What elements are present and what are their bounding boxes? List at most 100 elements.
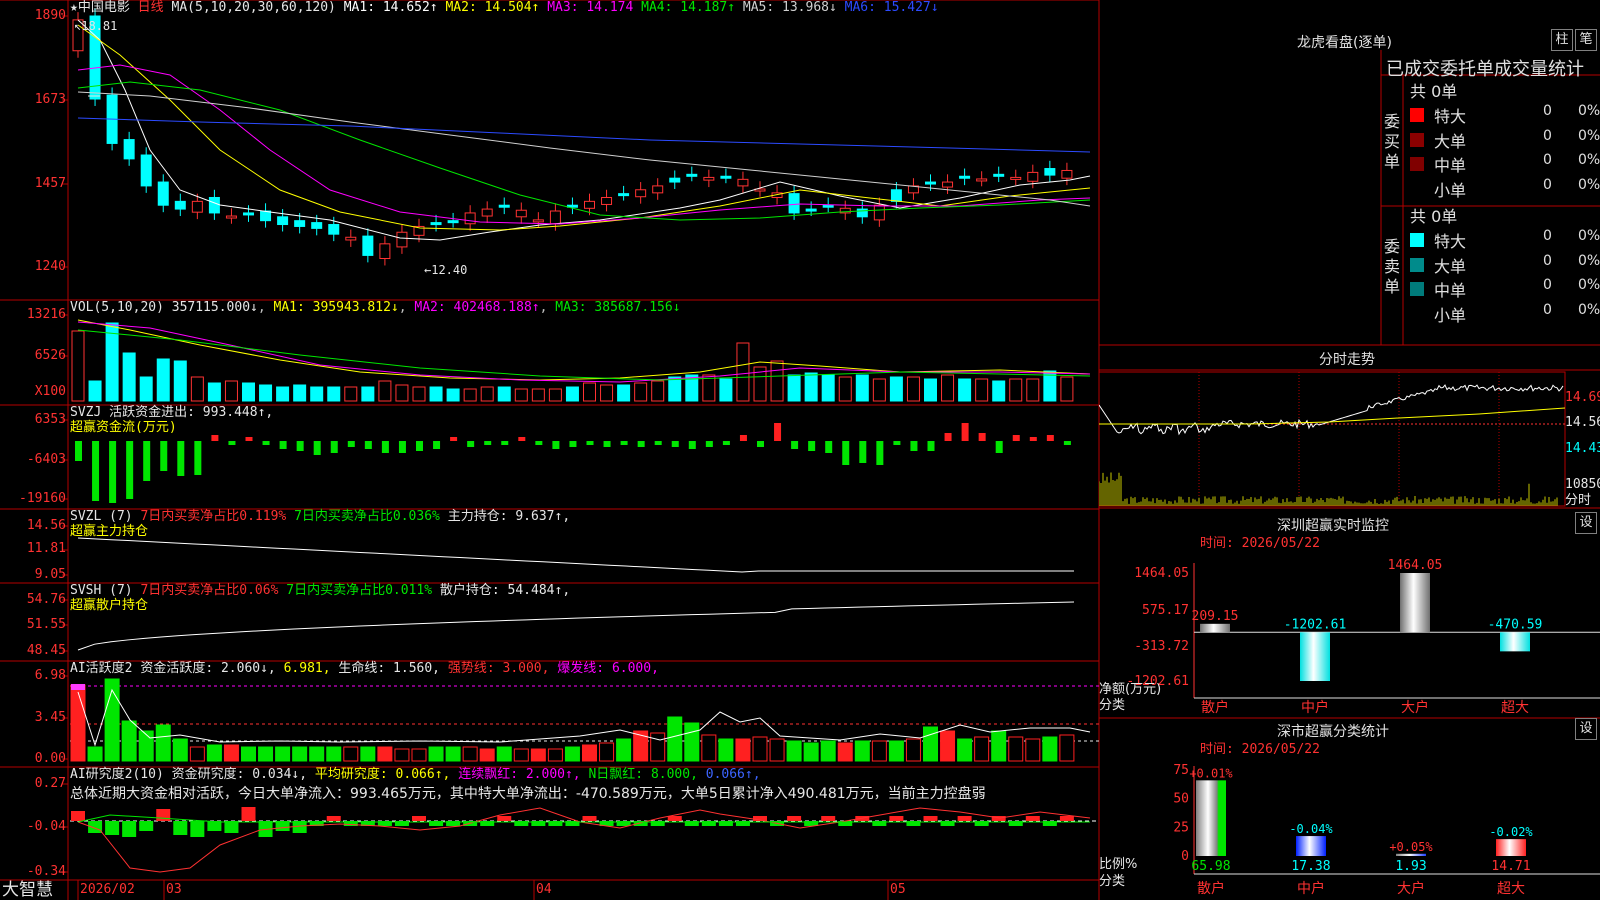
volume-bar-down [719, 378, 733, 402]
svsh-axis-2: 51.55 [26, 617, 66, 632]
research-bar [156, 809, 171, 821]
candle-up [1061, 169, 1073, 179]
sh-time: 时间: 2026/05/22 [1200, 742, 1320, 757]
svzl-axis-3: 9.05 [34, 567, 66, 582]
stock-name: 中国电影 [77, 0, 130, 15]
svsh-subtitle: 超赢散户持仓 [70, 598, 149, 613]
research-bar [787, 816, 802, 821]
ai-research-text5: 0.066↑, [705, 767, 761, 782]
candle-up [635, 189, 647, 198]
vol-ma1-line [77, 319, 1091, 381]
buy-side-label: 委 买 单 [1384, 112, 1404, 172]
activity-bar [547, 748, 563, 762]
volume-bar-up [1026, 378, 1040, 402]
candle-up [601, 196, 613, 205]
ma-value-4: MA4: 14.187↑ [633, 0, 736, 15]
volume-bar-up [872, 378, 886, 402]
flow-bar-out [177, 441, 185, 476]
volume-bar-down [804, 372, 818, 402]
flow-bar-out [262, 441, 270, 445]
volume-bar-up [941, 374, 955, 402]
order-count: 0 [1543, 301, 1552, 318]
sh-axis-label: 25 [1173, 820, 1189, 835]
sh-ylabel: 比例% [1099, 857, 1138, 872]
sh-category-label: 超大 [1497, 881, 1525, 897]
sh-xlabel: 分类 [1099, 874, 1126, 889]
sz-settings-button[interactable]: 设 [1575, 512, 1597, 534]
svsh-text3: 散户持仓: 54.484↑, [439, 583, 571, 598]
ai-research-axis-3: -0.34 [26, 864, 66, 879]
ai-research-text1: 资金研究度: 0.034↓, [171, 767, 308, 782]
vol-ma2: MA2: 402468.188↑ [414, 300, 540, 315]
activity-bar [564, 746, 580, 762]
research-bar [821, 816, 836, 821]
activity-bar [854, 740, 870, 762]
activity-bar [309, 746, 325, 762]
volume-bar-down [787, 374, 801, 402]
ai-research-label: AI研究度2(10) [70, 767, 164, 782]
sh-change-label: -0.04% [1289, 822, 1333, 836]
sz-bar [1200, 623, 1230, 633]
candle-down [498, 204, 510, 208]
activity-bar [479, 748, 495, 762]
period-label[interactable]: 日线 [138, 0, 164, 15]
main-chart-area[interactable] [0, 0, 1099, 900]
ma6-line [77, 117, 1091, 153]
sz-category-label: 散户 [1201, 699, 1229, 716]
price-axis-4: 1240 [34, 259, 66, 274]
candle-up [703, 176, 715, 181]
order-size-name: 特大 [1434, 107, 1467, 126]
research-bar [582, 816, 597, 821]
activity-bar [752, 736, 768, 762]
flow-bar-out [808, 441, 816, 451]
intraday-axis-high: 14.69 [1565, 390, 1600, 405]
color-swatch [1410, 132, 1424, 147]
color-swatch [1410, 181, 1424, 196]
svzl-text3: 主力持仓: 9.637↑, [447, 509, 571, 524]
activity-bar [87, 746, 103, 762]
color-swatch [1410, 282, 1424, 296]
flow-bar-out [330, 441, 338, 453]
ai-active-text3: 生命线: 1.560, [338, 661, 441, 676]
vol-ma3-line [77, 329, 1091, 381]
flow-bar-out [228, 441, 236, 445]
flow-bar-out [910, 441, 918, 451]
bar-mode-button[interactable]: 柱 [1551, 29, 1573, 51]
sz-axis-label: 575.17 [1142, 603, 1189, 618]
volume-bar-up [480, 386, 494, 402]
flow-bar-out [876, 441, 884, 465]
activity-bar [923, 726, 938, 762]
order-pct: 0% [1578, 277, 1600, 293]
flow-bar-out [637, 441, 645, 447]
favorite-star-icon[interactable]: ★ [70, 0, 78, 15]
candle-up [532, 219, 544, 223]
activity-bar [786, 740, 802, 762]
flow-bar-out [92, 441, 100, 501]
research-bar [207, 821, 222, 831]
activity-bar [172, 738, 188, 762]
activity-bar [991, 730, 1007, 762]
volume-bar-up [600, 384, 614, 402]
activity-bar [905, 738, 921, 762]
volume-bar-down [446, 388, 460, 402]
sh-change-label: -0.02% [1489, 825, 1533, 839]
volume-bar-down [565, 386, 579, 402]
flow-bar-out [842, 441, 850, 465]
ai-research-axis-1: 0.27 [34, 776, 66, 791]
activity-bar [241, 746, 256, 762]
activity-bar [155, 724, 171, 762]
order-size-name: 中单 [1434, 156, 1467, 175]
volume-bar-down [497, 386, 511, 402]
volume-bar-up [906, 376, 920, 402]
activity-bar [837, 742, 853, 762]
flow-bar-out [364, 441, 372, 449]
activity-bar [530, 748, 546, 762]
candle-down [686, 173, 698, 177]
buy-row-4: 小单 0 0% [1410, 177, 1600, 201]
tick-mode-button[interactable]: 笔 [1575, 29, 1597, 51]
sell-label-char: 卖 [1384, 257, 1401, 276]
sh-settings-button[interactable]: 设 [1575, 718, 1597, 740]
flow-bar-out [109, 441, 117, 503]
svsh-text2: 7日内买卖净占比0.011% [286, 583, 433, 598]
volume-bar-up [548, 388, 562, 402]
